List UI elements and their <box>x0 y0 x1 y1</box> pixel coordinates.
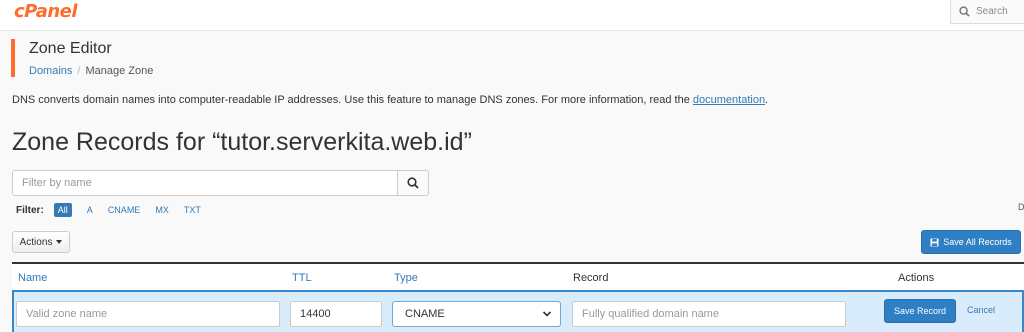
search-icon <box>959 6 970 17</box>
global-search[interactable]: Search <box>950 0 1024 24</box>
actions-label: Actions <box>19 236 53 248</box>
records-table-header: Name TTL Type Record Actions <box>12 262 1024 290</box>
column-ttl-header[interactable]: TTL <box>292 272 312 284</box>
filter-chip-cname[interactable]: CNAME <box>108 203 141 217</box>
column-record-header: Record <box>573 272 609 284</box>
record-value-input[interactable] <box>572 301 846 327</box>
column-type-header[interactable]: Type <box>394 272 418 284</box>
filter-label: Filter: <box>16 204 44 216</box>
cpanel-logo[interactable]: cPanel <box>14 1 78 22</box>
filter-chip-mx[interactable]: MX <box>155 203 169 217</box>
filter-by-name-input[interactable] <box>12 170 398 196</box>
filter-chip-txt[interactable]: TXT <box>184 203 201 217</box>
record-type-value: CNAME <box>405 308 445 320</box>
save-all-label: Save All Records <box>943 237 1012 247</box>
breadcrumb-domains-link[interactable]: Domains <box>29 65 72 77</box>
actions-dropdown-button[interactable]: Actions <box>12 231 70 253</box>
search-icon <box>407 177 419 189</box>
documentation-link[interactable]: documentation <box>693 94 765 106</box>
save-record-button[interactable]: Save Record <box>884 299 956 323</box>
column-name-header[interactable]: Name <box>18 272 47 284</box>
filter-chip-all[interactable]: All <box>53 203 72 217</box>
chevron-down-icon <box>542 311 552 317</box>
cancel-link[interactable]: Cancel <box>967 305 995 315</box>
zone-name-input[interactable] <box>16 301 280 327</box>
zone-records-title: Zone Records for “tutor.serverkita.web.i… <box>12 128 472 156</box>
save-icon <box>930 237 939 247</box>
breadcrumb: Domains / Manage Zone <box>29 65 153 77</box>
ttl-input[interactable] <box>290 301 382 327</box>
top-bar: cPanel Search <box>0 0 1024 31</box>
save-all-records-button[interactable]: Save All Records <box>921 230 1021 254</box>
column-actions-header: Actions <box>898 272 935 284</box>
filter-search-button[interactable] <box>397 170 429 196</box>
intro-text: DNS converts domain names into computer-… <box>12 94 768 106</box>
type-filter-bar: Filter: All A CNAME MX TXT <box>16 203 216 217</box>
intro-body: DNS converts domain names into computer-… <box>12 94 693 106</box>
page-header: Zone Editor Domains / Manage Zone <box>11 39 153 77</box>
search-placeholder: Search <box>976 6 1008 17</box>
breadcrumb-current: Manage Zone <box>85 65 154 77</box>
clipped-text: D <box>1018 202 1024 212</box>
breadcrumb-separator: / <box>77 65 81 77</box>
new-record-row: CNAME Save Record Cancel <box>12 290 1024 332</box>
record-type-select[interactable]: CNAME <box>392 301 561 327</box>
caret-down-icon <box>56 240 63 244</box>
filter-chip-a[interactable]: A <box>87 203 93 217</box>
page-title: Zone Editor <box>29 40 112 57</box>
intro-suffix: . <box>765 94 769 106</box>
